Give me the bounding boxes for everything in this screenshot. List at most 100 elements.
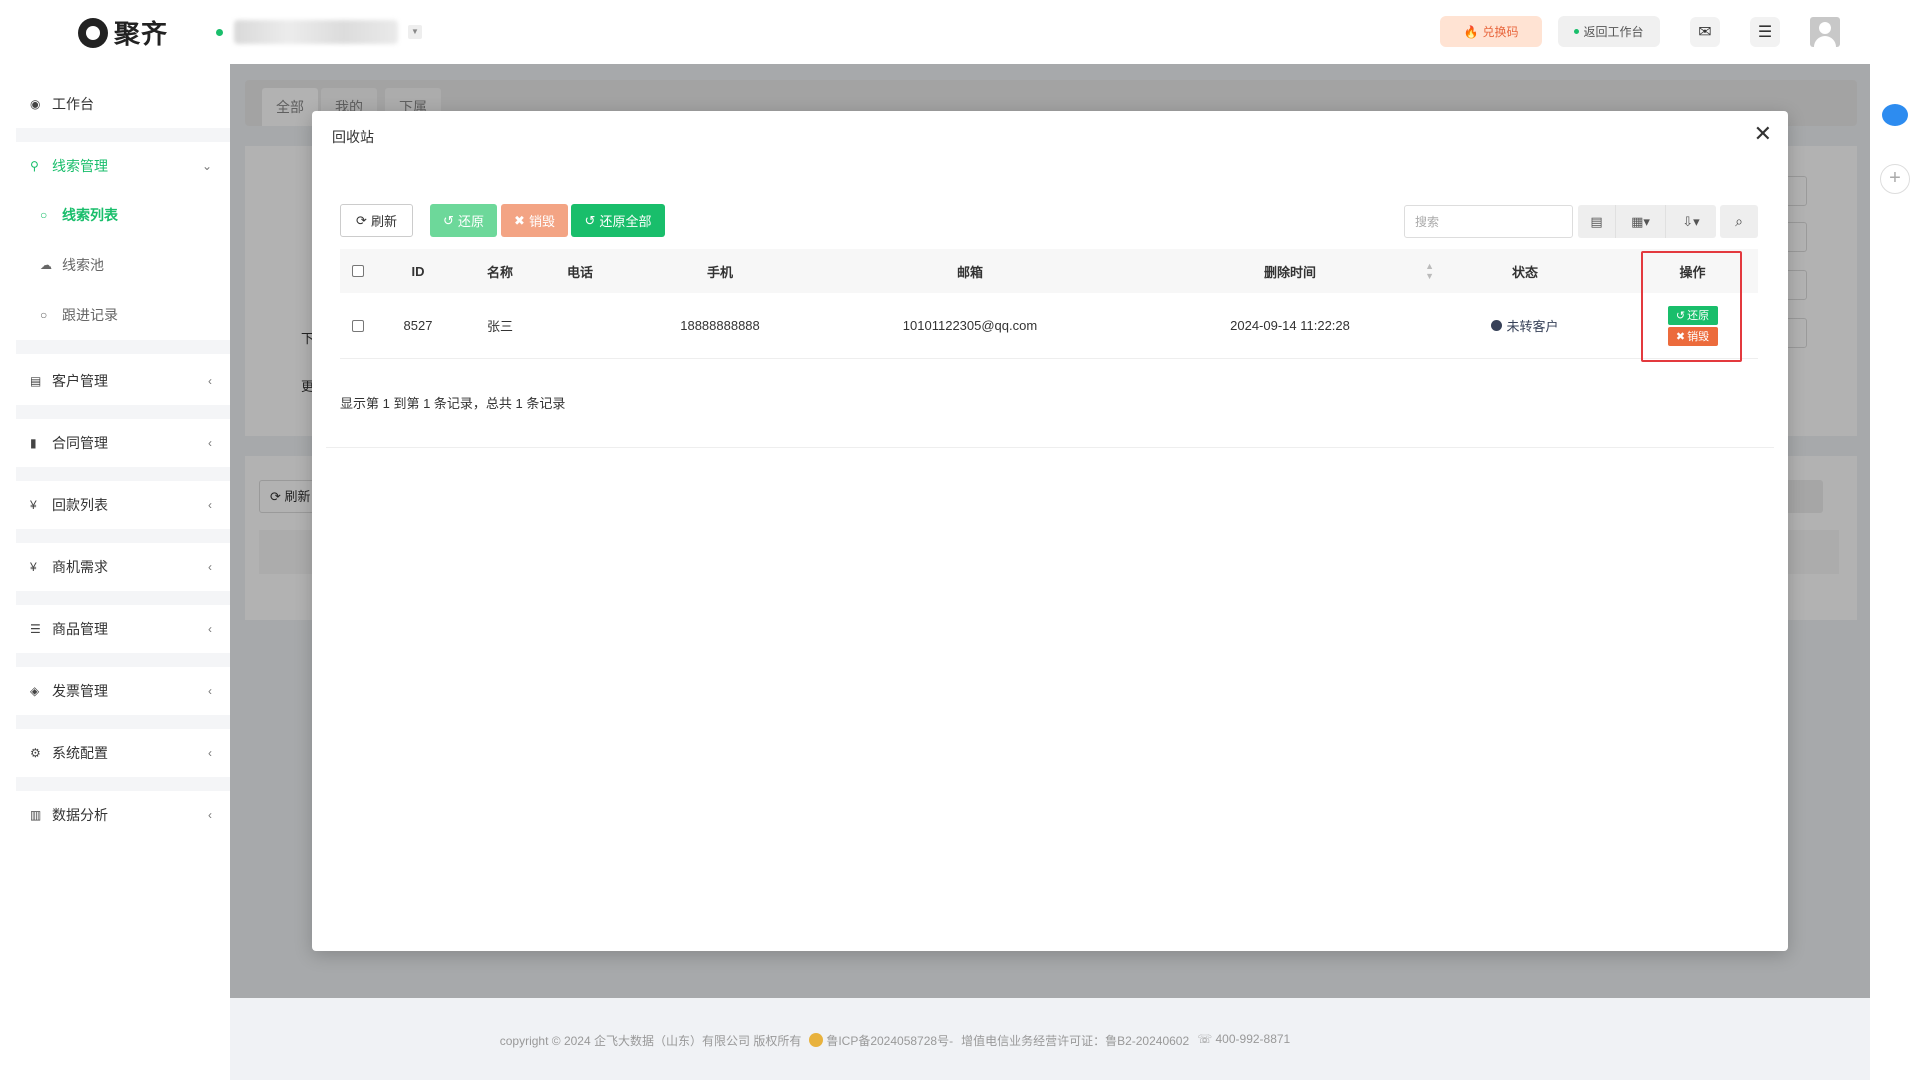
menu-icon[interactable]: ☰ [1750,17,1780,47]
column-name[interactable]: 名称 [470,249,530,293]
divider [16,591,230,605]
sidebar-group-contracts: ▮ 合同管理 ‹ [16,419,230,467]
sidebar-group-settings: ⚙ 系统配置 ‹ [16,729,230,777]
avatar[interactable] [1810,17,1840,47]
org-status-dot [216,29,223,36]
chevron-down-icon: ⌄ [201,159,212,173]
toggle-view-icon[interactable]: ▤ [1578,205,1616,238]
restore-button[interactable]: ↺ 还原 [430,204,497,237]
cell-name: 张三 [486,319,513,334]
footer-icp[interactable]: 鲁ICP备2024058728号- [809,1032,953,1049]
select-all-checkbox[interactable] [340,249,376,293]
sidebar-item-products[interactable]: ☰ 商品管理 ‹ [16,605,230,653]
chevron-left-icon: ‹ [208,808,212,822]
id-card-icon: ▤ [30,374,42,388]
list-icon: ☰ [30,622,41,636]
export-icon[interactable]: ⇩▾ [1666,205,1716,238]
cell-phone [550,293,610,358]
sidebar-item-contracts[interactable]: ▮ 合同管理 ‹ [16,419,230,467]
top-bar: 聚齐 ▼ 🔥 兑换码 返回工作台 ✉ ☰ [0,0,1920,64]
divider [16,529,230,543]
footer-phone: ☏ 400-992-8871 [1197,1032,1291,1046]
sidebar-group-customers: ▤ 客户管理 ‹ [16,357,230,405]
footer-license: 增值电信业务经营许可证：鲁B2-20240602 [961,1034,1190,1048]
divider [16,405,230,419]
sidebar-item-customers[interactable]: ▤ 客户管理 ‹ [16,357,230,405]
cell-email: 10101122305@qq.com [902,318,1038,333]
footer: copyright © 2024 企飞大数据（山东）有限公司 版权所有 鲁ICP… [0,1032,1920,1049]
chevron-down-icon[interactable]: ▼ [408,25,422,39]
divider [16,128,230,142]
columns-icon[interactable]: ▦▾ [1616,205,1666,238]
circle-icon: ○ [40,208,48,222]
search-input[interactable] [1404,205,1573,238]
close-icon[interactable]: ✕ [1754,121,1772,147]
sidebar-group-invoices: ◈ 发票管理 ‹ [16,667,230,715]
divider [16,777,230,791]
sidebar-item-invoices[interactable]: ◈ 发票管理 ‹ [16,667,230,715]
back-to-workbench-button[interactable]: 返回工作台 [1558,16,1660,47]
chevron-left-icon: ‹ [208,498,212,512]
row-restore-button[interactable]: ↺ 还原 [1667,305,1718,325]
sidebar-item-leads[interactable]: ⚲ 线索管理 ⌄ [16,142,230,190]
police-badge-icon [809,1033,824,1047]
cell-deleted-at: 2024-09-14 11:22:28 [1230,318,1350,333]
tag-icon: ◈ [30,684,40,698]
row-checkbox[interactable] [340,293,376,358]
cell-id: 8527 [403,318,433,333]
divider [16,715,230,729]
chevron-left-icon: ‹ [208,622,212,636]
destroy-button[interactable]: ✖ 销毁 [501,204,568,237]
sidebar-subitem-lead-list[interactable]: ○ 线索列表 [16,190,230,240]
sidebar-item-settings[interactable]: ⚙ 系统配置 ‹ [16,729,230,777]
status-badge: 未转客户 [1450,293,1600,358]
redeem-code-button[interactable]: 🔥 兑换码 [1440,16,1542,47]
sidebar-group-workbench: ◉ 工作台 [16,80,230,128]
row-destroy-button[interactable]: ✖ 销毁 [1667,326,1718,346]
mail-icon[interactable]: ✉ [1690,17,1720,47]
dot-icon [1574,29,1580,34]
link-icon: ⚲ [30,159,39,173]
sidebar-subitem-follow-up[interactable]: ○ 跟进记录 [16,290,230,340]
plus-icon[interactable]: + [1880,164,1910,194]
column-phone[interactable]: 电话 [550,249,610,293]
sidebar-group-leads: ⚲ 线索管理 ⌄ ○ 线索列表 ☁ 线索池 ○ 跟进记录 [16,142,230,340]
divider [326,447,1774,448]
dashboard-icon: ◉ [30,97,41,111]
sidebar-item-opportunities[interactable]: ¥ 商机需求 ‹ [16,543,230,591]
chat-icon[interactable] [1882,104,1908,126]
yen-icon: ¥ [30,498,37,512]
right-rail: + [1870,64,1920,1080]
org-selector[interactable] [234,20,398,44]
gears-icon: ⚙ [30,746,41,760]
modal-title: 回收站 [332,129,374,145]
column-mobile[interactable]: 手机 [650,249,790,293]
sidebar-item-workbench[interactable]: ◉ 工作台 [16,80,230,128]
column-actions: 操作 [1679,264,1706,280]
restore-all-button[interactable]: ↺ 还原全部 [571,204,665,237]
sidebar-group-payments: ¥ 回款列表 ‹ [16,481,230,529]
column-status[interactable]: 状态 [1450,249,1600,293]
brand-name: 聚齐 [114,19,169,49]
column-email[interactable]: 邮箱 [810,249,1130,293]
search-icon[interactable]: ⌕ [1720,205,1758,238]
sidebar-item-payments[interactable]: ¥ 回款列表 ‹ [16,481,230,529]
divider [16,467,230,481]
column-deleted-at[interactable]: 删除时间 ▲ ▼ [1140,249,1440,293]
cell-actions: ↺ 还原 ✖ 销毁 [1643,293,1742,358]
refresh-icon: ⟳ [356,212,367,228]
divider [16,340,230,354]
sidebar-subitem-lead-pool[interactable]: ☁ 线索池 [16,240,230,290]
undo-icon: ↺ [584,212,596,228]
chevron-left-icon: ‹ [208,746,212,760]
yen-icon: ¥ [30,560,37,574]
recycle-bin-modal: 回收站 ✕ ⟳ 刷新 ↺ 还原 ✖ 销毁 ↺ 还原全部 ▤ ▦▾ ⇩▾ ⌕ ID… [312,111,1788,951]
column-id[interactable]: ID [396,249,440,293]
refresh-button[interactable]: ⟳ 刷新 [340,204,413,237]
table-header: ID 名称 电话 手机 邮箱 删除时间 ▲ ▼ 状态 操作 [340,249,1758,293]
chevron-left-icon: ‹ [208,684,212,698]
bar-chart-icon: ▥ [30,808,42,822]
bookmark-icon: ▮ [30,436,37,450]
sidebar-item-analytics[interactable]: ▥ 数据分析 ‹ [16,791,230,839]
brand-logo[interactable]: 聚齐 [78,14,168,51]
